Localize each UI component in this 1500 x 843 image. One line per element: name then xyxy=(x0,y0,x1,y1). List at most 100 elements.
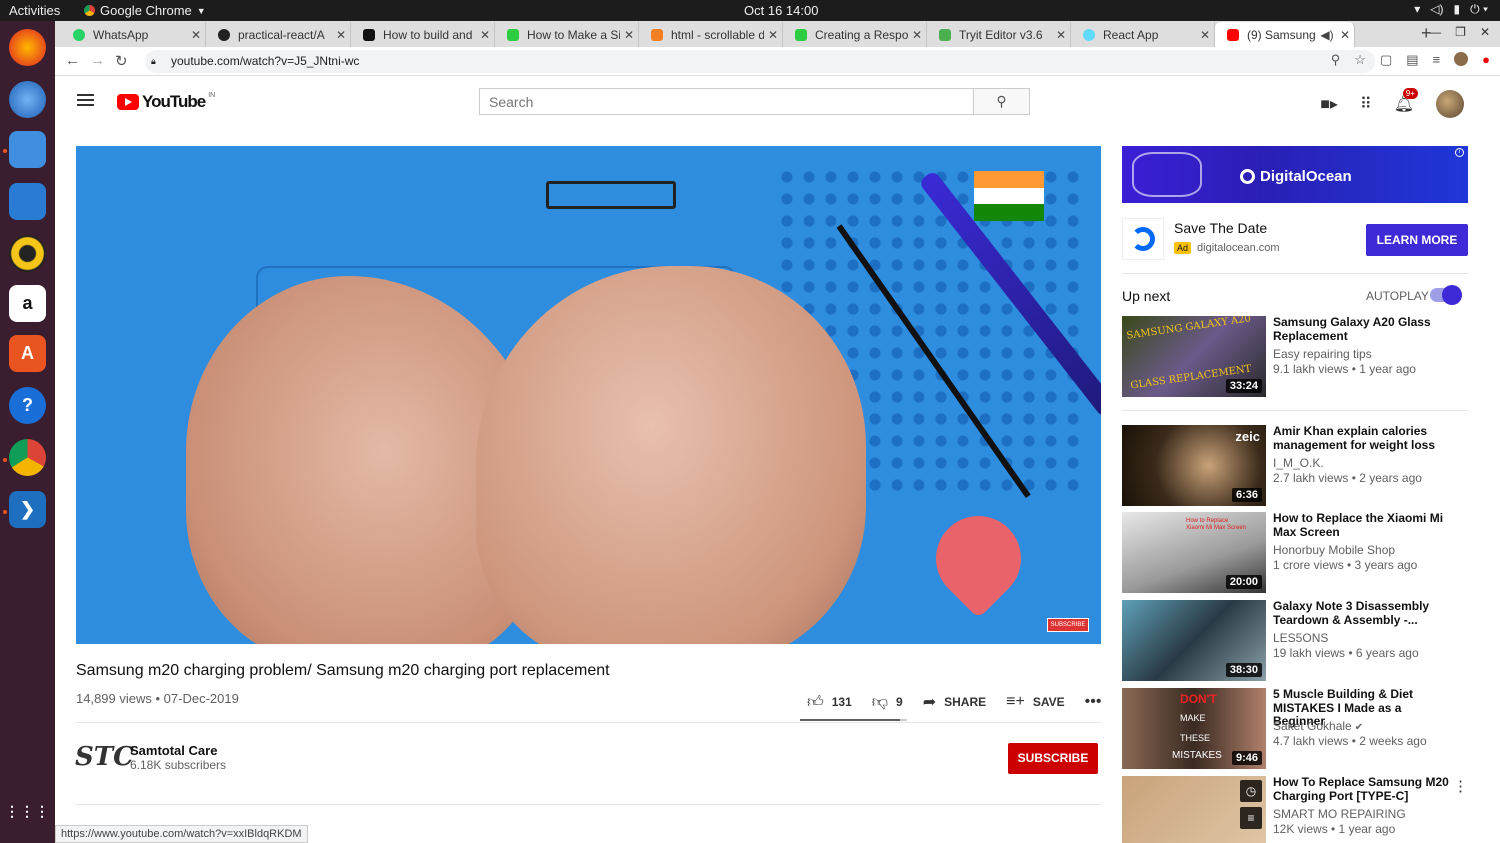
video-thumbnail[interactable]: zeic 6:36 xyxy=(1122,425,1266,506)
subscribe-button[interactable]: SUBSCRIBE xyxy=(1008,743,1098,774)
thunderbird-icon[interactable] xyxy=(9,81,46,118)
forward-icon[interactable]: → xyxy=(90,52,105,69)
vscode-icon[interactable]: ❯ xyxy=(9,491,46,528)
chrome-dock-icon[interactable] xyxy=(9,439,46,476)
video-title[interactable]: Amir Khan explain calories management fo… xyxy=(1273,424,1453,452)
video-title[interactable]: Samsung Galaxy A20 Glass Replacement xyxy=(1273,315,1453,343)
tab-practical-react[interactable]: practical-react/A ✕ xyxy=(206,22,351,47)
channel-name[interactable]: Easy repairing tips xyxy=(1273,347,1372,361)
more-vert-icon[interactable]: ⋮ xyxy=(1453,777,1468,795)
watch-later-icon[interactable]: ◷ xyxy=(1240,780,1262,802)
youtube-logo[interactable]: YouTube IN xyxy=(117,92,215,112)
notifications-bell-icon[interactable]: 🔔︎ 9+ xyxy=(1394,88,1418,114)
video-thumbnail[interactable]: 38:30 xyxy=(1122,600,1266,681)
tab-stackoverflow[interactable]: html - scrollable d ✕ xyxy=(639,22,783,47)
help-icon[interactable]: ? xyxy=(9,387,46,424)
show-applications-icon[interactable]: ⋮⋮⋮ xyxy=(5,793,49,830)
autoplay-toggle[interactable] xyxy=(1430,285,1462,305)
channel-avatar[interactable]: STC xyxy=(75,742,134,772)
opera-icon[interactable]: ● xyxy=(1482,52,1490,68)
list-item[interactable]: SAMSUNG GALAXY A20 GLASS REPLACEMENT 33:… xyxy=(1122,315,1472,398)
video-thumbnail[interactable]: DON'T MAKE THESE MISTAKES 9:46 xyxy=(1122,688,1266,769)
dev-icon xyxy=(363,28,375,41)
writer-icon[interactable] xyxy=(9,183,46,220)
tab-whatsapp[interactable]: WhatsApp ✕ xyxy=(61,22,206,47)
tab-how-to-make[interactable]: How to Make a Si ✕ xyxy=(495,22,639,47)
tab-label: (9) Samsung m xyxy=(1247,27,1318,42)
close-icon[interactable]: ✕ xyxy=(1196,28,1214,42)
channel-name[interactable]: LES5ONS xyxy=(1273,631,1328,645)
dislike-button[interactable]: 👎︎ 9 xyxy=(872,692,903,712)
list-item[interactable]: 38:30 Galaxy Note 3 Disassembly Teardown… xyxy=(1122,599,1472,682)
close-icon[interactable]: ✕ xyxy=(764,28,782,42)
speaker-icon[interactable]: ◀) xyxy=(1318,28,1336,42)
menu-icon[interactable] xyxy=(77,94,94,106)
close-icon[interactable]: ✕ xyxy=(476,28,494,42)
close-icon[interactable]: ✕ xyxy=(1336,28,1354,42)
channel-name[interactable]: I_M_O.K. xyxy=(1273,456,1324,470)
tab-youtube-active[interactable]: (9) Samsung m ◀) ✕ xyxy=(1215,22,1355,47)
star-icon[interactable]: ☆ xyxy=(1354,52,1366,68)
video-title[interactable]: How To Replace Samsung M20 Charging Port… xyxy=(1273,776,1453,803)
address-bar[interactable]: 🔒︎ youtube.com/watch?v=J5_JNtni-wc xyxy=(145,50,1375,73)
ad-banner[interactable]: DigitalOcean i xyxy=(1122,146,1468,203)
video-player[interactable]: SUBSCRIBE xyxy=(76,146,1101,644)
files-icon[interactable] xyxy=(9,131,46,168)
save-button[interactable]: ≡+ SAVE xyxy=(1006,692,1064,712)
close-icon[interactable]: ✕ xyxy=(332,28,350,42)
system-tray[interactable]: ▾ ◁) ▮ ⏻ ▾ xyxy=(1414,2,1488,17)
ad-title[interactable]: Save The Date xyxy=(1174,220,1267,236)
close-window-icon[interactable]: ✕ xyxy=(1480,25,1490,39)
subscribe-watermark[interactable]: SUBSCRIBE xyxy=(1047,618,1089,632)
app-menu[interactable]: Google Chrome ▼ xyxy=(84,3,206,18)
tab-how-to-build[interactable]: How to build and ✕ xyxy=(351,22,495,47)
channel-name[interactable]: Saket Gokhale ✔ xyxy=(1273,719,1363,733)
ad-advertiser-logo[interactable] xyxy=(1122,218,1164,260)
firefox-icon[interactable] xyxy=(9,29,46,66)
thumbnail-text: zeic xyxy=(1235,429,1260,444)
ad-info-icon[interactable]: i xyxy=(1455,148,1464,157)
search-input[interactable] xyxy=(479,88,974,115)
profile-icon[interactable] xyxy=(1454,52,1469,66)
queue-icon[interactable]: ≡ xyxy=(1433,52,1441,68)
video-title[interactable]: Galaxy Note 3 Disassembly Teardown & Ass… xyxy=(1273,599,1453,627)
apps-grid-icon[interactable]: ⠿ xyxy=(1360,94,1372,114)
list-item[interactable]: How to Replace Xiaomi Mi Max Screen 20:0… xyxy=(1122,511,1472,594)
search-button[interactable]: ⚲ xyxy=(973,88,1030,115)
reload-icon[interactable]: ↻ xyxy=(115,52,128,70)
close-icon[interactable]: ✕ xyxy=(908,28,926,42)
close-icon[interactable]: ✕ xyxy=(620,28,638,42)
list-item[interactable]: zeic 6:36 Amir Khan explain calories man… xyxy=(1122,424,1472,507)
create-video-icon[interactable]: ■▸ xyxy=(1320,94,1338,114)
channel-name[interactable]: Honorbuy Mobile Shop xyxy=(1273,543,1395,557)
video-title[interactable]: How to Replace the Xiaomi Mi Max Screen xyxy=(1273,511,1453,539)
extension-icon[interactable]: ▤ xyxy=(1406,52,1418,68)
video-thumbnail[interactable]: How to Replace Xiaomi Mi Max Screen 20:0… xyxy=(1122,512,1266,593)
back-icon[interactable]: ← xyxy=(65,52,80,69)
tab-creating-responsive[interactable]: Creating a Respo ✕ xyxy=(783,22,927,47)
tab-react-app[interactable]: React App ✕ xyxy=(1071,22,1215,47)
share-button[interactable]: ➦ SHARE xyxy=(923,692,986,712)
zoom-icon[interactable]: ⚲ xyxy=(1331,52,1341,68)
avatar[interactable] xyxy=(1436,90,1464,118)
channel-name[interactable]: Samtotal Care xyxy=(130,743,217,758)
more-actions-button[interactable]: ••• xyxy=(1085,692,1102,712)
channel-name[interactable]: SMART MO REPAIRING xyxy=(1273,807,1406,821)
restore-icon[interactable]: ❐ xyxy=(1455,25,1466,39)
close-icon[interactable]: ✕ xyxy=(187,28,205,42)
amazon-icon[interactable]: a xyxy=(9,285,46,322)
clock[interactable]: Oct 16 14:00 xyxy=(744,3,818,18)
minimize-icon[interactable]: — xyxy=(1429,25,1441,39)
extension-icon[interactable]: ▢ xyxy=(1380,52,1392,68)
like-button[interactable]: 👍︎ 131 xyxy=(807,692,852,712)
activities-button[interactable]: Activities xyxy=(9,3,60,18)
learn-more-button[interactable]: LEARN MORE xyxy=(1366,224,1468,256)
tab-tryit-editor[interactable]: Tryit Editor v3.6 ✕ xyxy=(927,22,1071,47)
list-item[interactable]: How To Replace Samsung M20 Charging Port… xyxy=(1122,776,1472,843)
add-to-queue-icon[interactable]: ≡ xyxy=(1240,807,1262,829)
rhythmbox-icon[interactable] xyxy=(9,235,46,272)
software-center-icon[interactable]: A xyxy=(9,335,46,372)
close-icon[interactable]: ✕ xyxy=(1052,28,1070,42)
video-thumbnail[interactable]: SAMSUNG GALAXY A20 GLASS REPLACEMENT 33:… xyxy=(1122,316,1266,397)
list-item[interactable]: DON'T MAKE THESE MISTAKES 9:46 5 Muscle … xyxy=(1122,687,1472,770)
